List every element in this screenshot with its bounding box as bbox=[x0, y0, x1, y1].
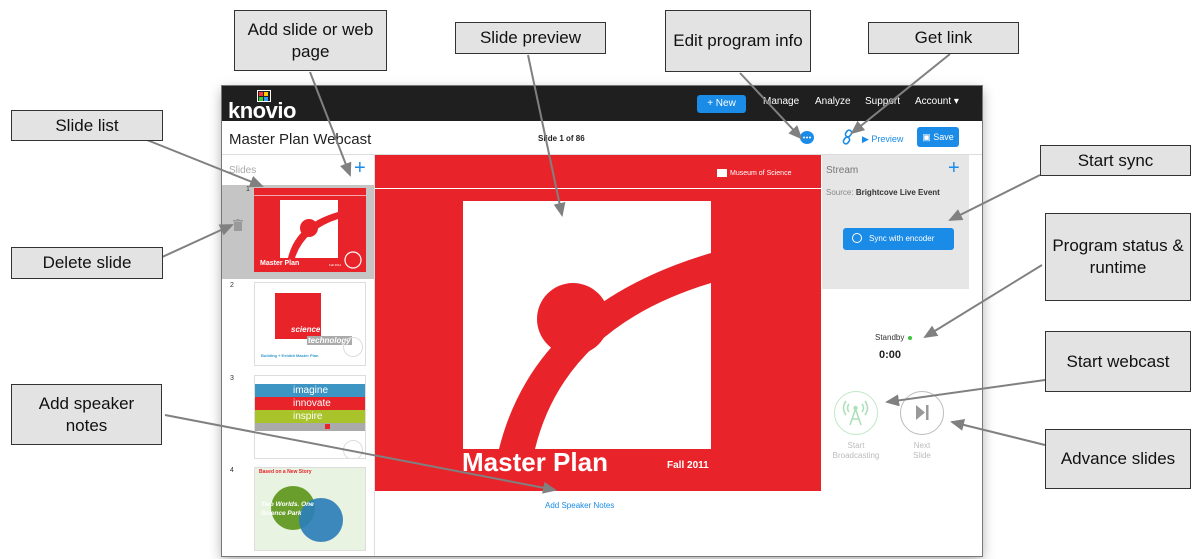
next-caption-1: Next bbox=[913, 441, 931, 450]
knovio-app-window: knovio + New Manage Analyze Support Acco… bbox=[222, 86, 982, 556]
callout-add-notes: Add speaker notes bbox=[11, 384, 162, 445]
thumb1-title: Master Plan bbox=[260, 260, 300, 267]
callout-advance-slides: Advance slides bbox=[1045, 429, 1191, 489]
callout-slide-list: Slide list bbox=[11, 110, 163, 141]
callout-slide-preview: Slide preview bbox=[455, 22, 606, 54]
slide-thumbnail-2[interactable]: science technology Building + Exhibit Ma… bbox=[254, 282, 366, 366]
save-label: Save bbox=[933, 132, 954, 142]
knovio-logo[interactable]: knovio bbox=[228, 90, 296, 123]
preview-button[interactable]: ▶ Preview bbox=[862, 134, 903, 145]
stream-label: Stream bbox=[826, 165, 859, 176]
thumb-number: 4 bbox=[230, 467, 234, 474]
callout-delete-slide: Delete slide bbox=[11, 247, 163, 279]
thumb3-circle-icon bbox=[343, 440, 363, 458]
start-caption-1: Start bbox=[847, 441, 865, 450]
thumb-number: 1 bbox=[246, 186, 250, 193]
thumb-number: 2 bbox=[230, 282, 234, 289]
slide-date: Fall 2011 bbox=[667, 460, 709, 471]
edit-info-icon[interactable] bbox=[800, 131, 814, 144]
status-text: Standby bbox=[875, 333, 905, 342]
nav-analyze[interactable]: Analyze bbox=[815, 96, 851, 107]
slide-thumbnail-3[interactable]: imagine innovate inspire bbox=[254, 375, 366, 459]
callout-start-sync: Start sync bbox=[1040, 145, 1191, 176]
thumb1-subtitle: Fall 2011 bbox=[329, 263, 342, 267]
next-slide-caption: Next Slide bbox=[887, 441, 957, 461]
source-label: Source: bbox=[826, 188, 854, 197]
thumb-number: 3 bbox=[230, 375, 234, 382]
thumb3-line1: imagine bbox=[293, 385, 329, 396]
start-caption-2: Broadcasting bbox=[832, 451, 880, 460]
stream-panel: Stream + Source: Brightcove Live Event S… bbox=[822, 155, 982, 556]
save-icon: ▣ bbox=[922, 132, 934, 142]
callout-edit-info: Edit program info bbox=[665, 10, 811, 72]
slides-label: Slides bbox=[229, 165, 257, 176]
trash-icon[interactable] bbox=[233, 219, 243, 231]
thumb3-line3: inspire bbox=[293, 411, 323, 422]
program-status: Standby bbox=[875, 333, 913, 342]
add-stream-plus-icon[interactable]: + bbox=[948, 157, 960, 180]
callout-program-status: Program status & runtime bbox=[1045, 213, 1191, 301]
program-title: Master Plan Webcast bbox=[229, 131, 372, 148]
new-button[interactable]: + New bbox=[697, 95, 746, 113]
thumb3-logo-icon bbox=[325, 424, 330, 429]
slide-thumbnail-4[interactable]: Based on a New Story Two Worlds. One Sci… bbox=[254, 467, 366, 551]
next-caption-2: Slide bbox=[913, 451, 931, 460]
status-dot-icon bbox=[908, 335, 913, 340]
slides-panel: Slides + 1 Master Plan Fall 2011 2 scien… bbox=[222, 155, 375, 556]
slide-preview-area: Museum of Science Master Plan Fall 2011 … bbox=[375, 155, 821, 556]
start-broadcasting-caption: Start Broadcasting bbox=[821, 441, 891, 461]
next-slide-button[interactable] bbox=[900, 391, 944, 435]
callout-add-slide: Add slide or web page bbox=[234, 10, 387, 71]
thumb4-body: Two Worlds. One Science Park bbox=[261, 501, 314, 517]
nav-support[interactable]: Support bbox=[865, 96, 900, 107]
slide-counter: Slide 1 of 86 bbox=[538, 134, 585, 143]
callout-get-link: Get link bbox=[868, 22, 1019, 54]
source-value: Brightcove Live Event bbox=[855, 188, 940, 197]
slide-thumbnail-1[interactable]: Master Plan Fall 2011 bbox=[254, 188, 366, 272]
start-broadcasting-button[interactable] bbox=[834, 391, 878, 435]
thumb2-caption: Building + Exhibit Master Plan bbox=[261, 353, 319, 358]
link-icon[interactable] bbox=[841, 129, 855, 150]
thumb3-line2: innovate bbox=[293, 398, 331, 409]
sync-label: Sync with encoder bbox=[869, 234, 935, 243]
callout-start-webcast: Start webcast bbox=[1045, 331, 1191, 392]
stream-source: Source: Brightcove Live Event bbox=[826, 188, 940, 197]
skip-next-icon bbox=[916, 405, 929, 420]
stream-box: Stream + Source: Brightcove Live Event S… bbox=[822, 155, 969, 289]
save-button[interactable]: ▣ Save bbox=[917, 127, 959, 147]
add-slide-plus-icon[interactable]: + bbox=[354, 157, 366, 180]
slide-title: Master Plan bbox=[462, 447, 608, 477]
thumb2-circle-icon bbox=[343, 337, 363, 357]
nav-manage[interactable]: Manage bbox=[763, 96, 799, 107]
thumb2-text1: science bbox=[291, 325, 321, 334]
thumb3-bar-gray bbox=[255, 423, 365, 431]
nav-account[interactable]: Account ▾ bbox=[915, 96, 959, 107]
slide-preview[interactable]: Museum of Science Master Plan Fall 2011 bbox=[375, 155, 821, 491]
broadcast-tower-icon bbox=[842, 400, 869, 426]
clock-icon bbox=[852, 233, 862, 243]
runtime: 0:00 bbox=[879, 349, 902, 361]
master-plan-graphic bbox=[463, 201, 711, 449]
top-nav-bar: knovio + New Manage Analyze Support Acco… bbox=[222, 86, 982, 123]
add-speaker-notes-link[interactable]: Add Speaker Notes bbox=[545, 501, 614, 510]
sync-with-encoder-button[interactable]: Sync with encoder bbox=[843, 228, 954, 250]
